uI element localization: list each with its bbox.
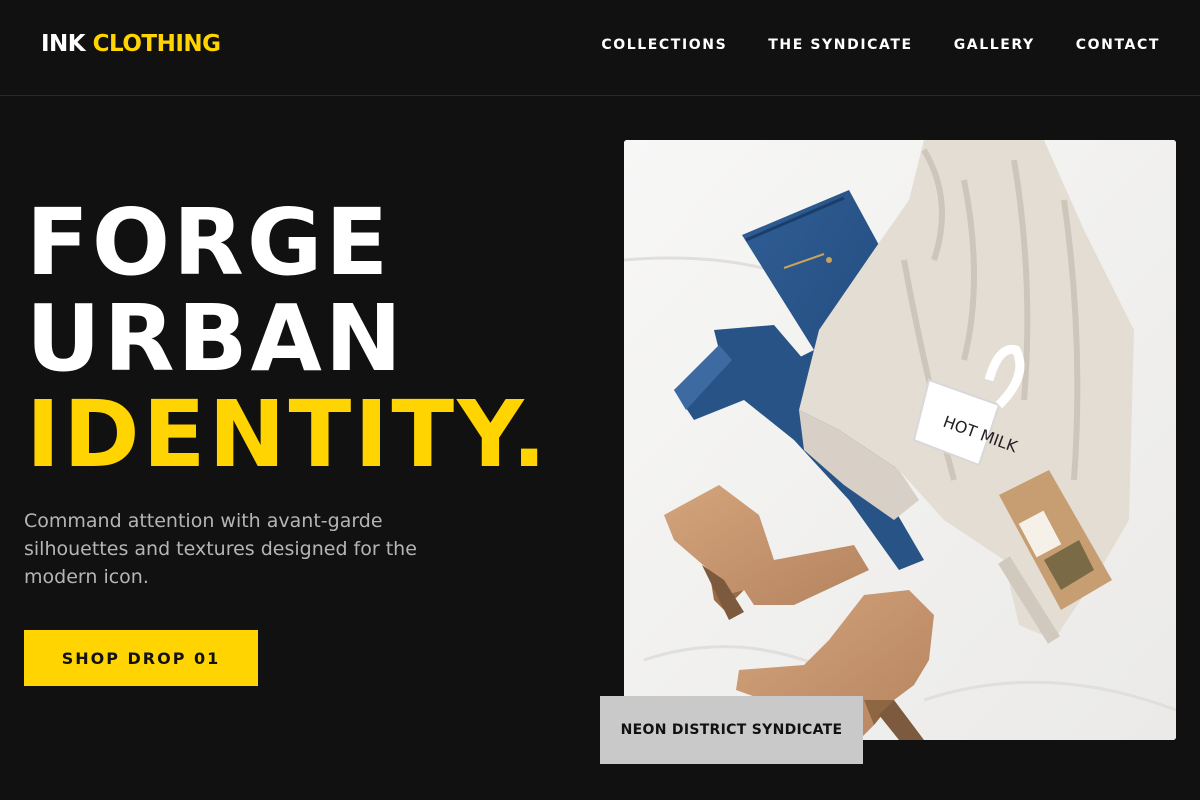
hero-headline: FORGE URBAN IDENTITY.: [26, 195, 550, 483]
main-nav: COLLECTIONS THE SYNDICATE GALLERY CONTAC…: [601, 37, 1160, 53]
nav-link-collections[interactable]: COLLECTIONS: [601, 37, 727, 53]
hero-subtext: Command attention with avant-garde silho…: [24, 510, 417, 588]
brand-logo[interactable]: INK CLOTHING: [41, 31, 221, 57]
image-caption-tag: NEON DISTRICT SYNDICATE: [600, 696, 863, 764]
shop-drop-button[interactable]: SHOP DROP 01: [24, 630, 258, 686]
brand-name-accent: CLOTHING: [92, 31, 221, 57]
headline-line-1: FORGE: [26, 189, 392, 296]
brand-name-primary: INK: [41, 31, 86, 57]
nav-link-gallery[interactable]: GALLERY: [954, 37, 1035, 53]
flatlay-illustration: HOT MILK: [624, 140, 1176, 740]
headline-line-3: IDENTITY.: [26, 381, 550, 488]
headline-line-2: URBAN: [26, 285, 405, 392]
landing-page: INK CLOTHING COLLECTIONS THE SYNDICATE G…: [0, 0, 1200, 800]
nav-link-the-syndicate[interactable]: THE SYNDICATE: [768, 37, 912, 53]
site-header: INK CLOTHING COLLECTIONS THE SYNDICATE G…: [0, 0, 1200, 96]
hero-image: HOT MILK: [624, 140, 1176, 740]
nav-link-contact[interactable]: CONTACT: [1076, 37, 1160, 53]
